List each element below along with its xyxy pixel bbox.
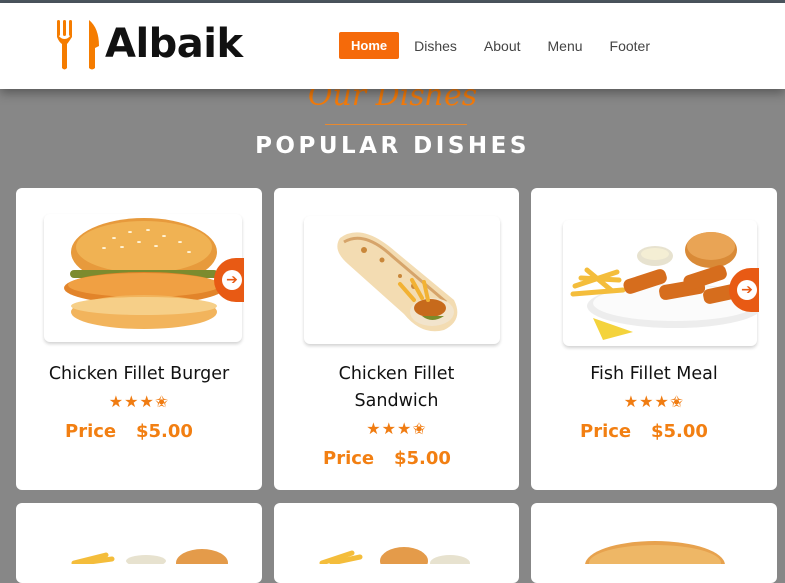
site-header: Albaik Home Dishes About Menu Footer [0,3,785,89]
dish-card[interactable] [274,503,519,583]
dish-name: Chicken Fillet Sandwich [338,364,455,411]
nav-item-footer[interactable]: Footer [610,38,650,54]
rating-stars: ★★★✬ [623,392,685,411]
price-value: $5.00 [136,421,193,442]
wrap-image [337,232,458,332]
price-value: $5.00 [651,421,708,442]
nav-item-menu[interactable]: Menu [548,38,583,54]
brand-name: Albaik [105,21,243,67]
dish-name: Chicken Fillet Burger [48,364,230,384]
dish-name: Fish Fillet Meal [590,364,718,384]
nav-item-dishes[interactable]: Dishes [414,38,457,54]
dish-image-partial [585,541,725,583]
rating-stars: ★★★✬ [366,419,427,438]
price-label: Price [580,421,632,442]
dish-image-partial [71,549,228,577]
rating-stars: ★★★✬ [108,392,170,411]
dish-image-frame [44,214,242,342]
main-nav: Home Dishes About Menu Footer [339,32,677,59]
price-value: $5.00 [394,448,451,469]
burger-image [64,218,224,329]
brand-logo[interactable]: Albaik [55,18,243,70]
dish-card[interactable]: ➔ Chicken Fillet Burger ★★★✬ Price $5.00 [16,188,262,490]
dish-card[interactable] [16,503,262,583]
section-title: POPULAR DISHES [255,133,530,159]
fork-knife-icon [57,20,99,70]
price-label: Price [65,421,117,442]
dish-card[interactable]: ➔ Fish Fillet Meal ★★★✬ Price $5.00 [531,188,777,490]
price-label: Price [323,448,375,469]
dish-image-frame [563,220,757,346]
dish-image-partial [319,547,470,575]
subtitle-underline [325,124,467,125]
dish-image-frame [304,216,500,344]
dish-card[interactable] [531,503,777,583]
nav-item-home[interactable]: Home [339,32,400,59]
fish-meal-image [570,232,757,340]
nav-item-about[interactable]: About [484,38,521,54]
dish-card[interactable]: Chicken Fillet Sandwich ★★★✬ Price $5.00 [274,188,519,490]
